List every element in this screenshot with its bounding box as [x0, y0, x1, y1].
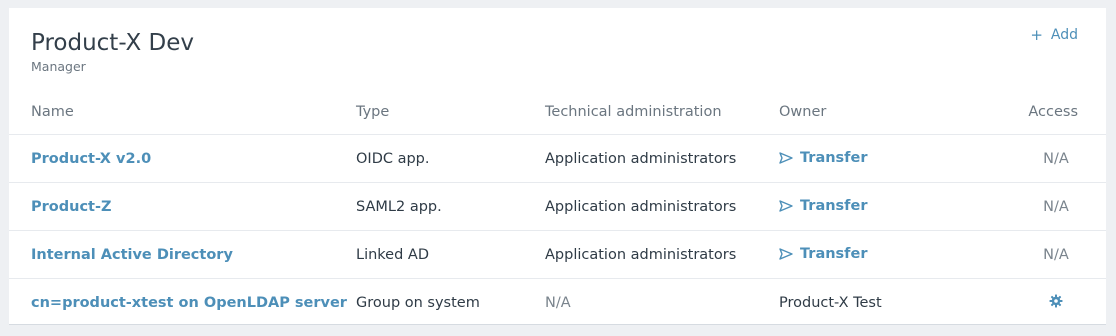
- resource-access: N/A: [1006, 134, 1106, 183]
- add-button[interactable]: + Add: [1030, 27, 1078, 43]
- column-header-access[interactable]: Access: [1006, 90, 1106, 135]
- table-row: Product-X v2.0 OIDC app. Application adm…: [9, 134, 1106, 183]
- resource-name-link[interactable]: Product-Z: [31, 199, 112, 215]
- resource-tech-admin: Application administrators: [545, 182, 779, 231]
- resource-type: Group on system: [356, 294, 480, 311]
- send-icon: [779, 151, 793, 164]
- resource-name-link[interactable]: Product-X v2.0: [31, 151, 151, 167]
- page-title: Product-X Dev: [31, 30, 195, 56]
- table-row: Internal Active Directory Linked AD Appl…: [9, 230, 1106, 279]
- resource-type: OIDC app.: [356, 134, 545, 183]
- transfer-label: Transfer: [800, 197, 868, 214]
- table-header-row: Name Type Technical administration Owner…: [9, 90, 1106, 135]
- plus-icon: +: [1030, 25, 1043, 44]
- resource-owner: Product-X Test: [779, 294, 882, 311]
- page-subtitle: Manager: [31, 59, 86, 74]
- resource-tech-admin: N/A: [545, 294, 571, 311]
- resource-tech-admin: Application administrators: [545, 230, 779, 279]
- resource-type: Linked AD: [356, 230, 545, 279]
- transfer-label: Transfer: [800, 149, 868, 166]
- column-header-tech-admin[interactable]: Technical administration: [545, 90, 779, 135]
- add-button-label: Add: [1050, 27, 1078, 43]
- resource-type: SAML2 app.: [356, 182, 545, 231]
- transfer-label: Transfer: [800, 245, 868, 262]
- resources-table: Name Type Technical administration Owner…: [9, 90, 1106, 326]
- resource-name-link[interactable]: cn=product-xtest on OpenLDAP server: [31, 295, 347, 311]
- group-card: Product-X Dev Manager + Add Name Type Te…: [9, 8, 1106, 325]
- gear-icon[interactable]: [1049, 294, 1063, 312]
- column-header-name[interactable]: Name: [9, 90, 356, 135]
- send-icon: [779, 247, 793, 260]
- resource-access: N/A: [1006, 230, 1106, 279]
- transfer-button[interactable]: Transfer: [779, 246, 867, 262]
- column-header-type[interactable]: Type: [356, 90, 545, 135]
- send-icon: [779, 199, 793, 212]
- table-row: cn=product-xtest on OpenLDAP server Grou…: [9, 279, 1106, 327]
- resource-name-link[interactable]: Internal Active Directory: [31, 247, 233, 263]
- column-header-owner[interactable]: Owner: [779, 90, 1006, 135]
- resource-tech-admin: Application administrators: [545, 134, 779, 183]
- table-row: Product-Z SAML2 app. Application adminis…: [9, 182, 1106, 231]
- transfer-button[interactable]: Transfer: [779, 150, 867, 166]
- transfer-button[interactable]: Transfer: [779, 198, 867, 214]
- resource-access: N/A: [1006, 182, 1106, 231]
